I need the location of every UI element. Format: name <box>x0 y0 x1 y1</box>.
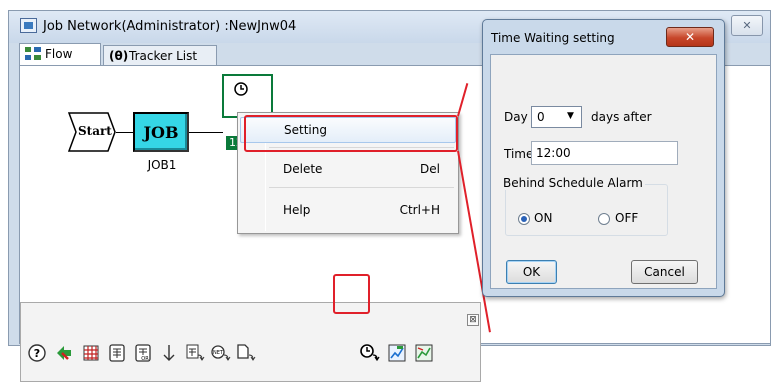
menu-item-delete[interactable]: Delete Del <box>240 157 456 183</box>
chevron-down-icon: ▼ <box>567 111 574 121</box>
chart-edit-icon[interactable] <box>387 343 407 363</box>
job-net-icon[interactable]: NET <box>211 343 231 363</box>
job-node[interactable]: JOB <box>133 112 189 152</box>
tab-tracker-list-label: Tracker List <box>129 49 198 63</box>
time-label: Time <box>504 147 534 161</box>
alarm-off-radio[interactable] <box>598 213 610 225</box>
connector-line <box>116 132 133 133</box>
day-select-value: 0 <box>537 110 545 124</box>
tab-flow-label: Flow <box>45 47 73 61</box>
menu-item-label: Help <box>283 203 311 217</box>
flow-icon <box>25 47 41 64</box>
menu-item-help[interactable]: Help Ctrl+H <box>240 198 456 224</box>
table-or-icon[interactable]: OR <box>133 343 153 363</box>
branch-icon[interactable] <box>185 343 205 363</box>
ok-button[interactable]: OK <box>506 260 557 284</box>
day-label: Day <box>504 110 528 124</box>
job-node-text: JOB <box>143 123 179 142</box>
connector-line <box>189 132 223 133</box>
tab-tracker-list[interactable]: (θ) Tracker List <box>103 45 217 65</box>
dialog-body: Day 0 ▼ days after Time 12:00 Behind Sch… <box>490 54 717 289</box>
menu-item-label: Delete <box>283 162 323 176</box>
setting-highlight-box <box>244 115 458 152</box>
cancel-button[interactable]: Cancel <box>631 260 698 284</box>
down-arrow-icon[interactable] <box>159 343 179 363</box>
svg-text:OR: OR <box>141 356 149 362</box>
behind-schedule-alarm-group <box>505 184 668 236</box>
dialog-title: Time Waiting setting <box>491 31 615 45</box>
node-toolbar: ⊠ ? OR NET <box>20 302 481 382</box>
window-close-button[interactable]: ✕ <box>731 15 763 36</box>
window-title: Job Network(Administrator) :NewJnw04 <box>43 19 297 34</box>
document-icon[interactable] <box>236 343 256 363</box>
time-wait-icon[interactable] <box>360 343 380 363</box>
time-waiting-setting-dialog: Time Waiting setting ✕ Day 0 ▼ days afte… <box>482 19 725 297</box>
arrow-connect-icon[interactable] <box>54 343 74 363</box>
menu-separator <box>269 187 454 188</box>
time-input-value: 12:00 <box>536 146 571 160</box>
days-after-label: days after <box>591 110 652 124</box>
help-icon[interactable]: ? <box>27 343 47 363</box>
menu-item-shortcut: Ctrl+H <box>399 203 440 217</box>
toolbar-close-button[interactable]: ⊠ <box>467 314 479 326</box>
start-node-label: Start <box>78 124 112 138</box>
dialog-close-button[interactable]: ✕ <box>666 27 714 47</box>
alarm-group-title: Behind Schedule Alarm <box>501 176 645 190</box>
tracker-icon: (θ) <box>109 49 129 63</box>
time-wait-button-highlight-box <box>333 274 370 314</box>
job-node-label: JOB1 <box>147 158 177 172</box>
svg-text:?: ? <box>34 347 40 360</box>
table-icon[interactable] <box>107 343 127 363</box>
menu-item-shortcut: Del <box>420 162 440 176</box>
alarm-on-label[interactable]: ON <box>534 211 552 225</box>
chart-view-icon[interactable] <box>414 343 434 363</box>
svg-text:NET: NET <box>213 350 224 356</box>
clock-icon <box>234 82 248 100</box>
day-select[interactable]: 0 ▼ <box>531 106 582 128</box>
alarm-on-radio[interactable] <box>518 213 530 225</box>
job-network-app-icon <box>20 18 37 33</box>
time-input[interactable]: 12:00 <box>531 141 678 165</box>
alarm-off-label[interactable]: OFF <box>615 211 638 225</box>
grid-icon[interactable] <box>81 343 101 363</box>
tab-flow[interactable]: Flow <box>19 43 101 65</box>
